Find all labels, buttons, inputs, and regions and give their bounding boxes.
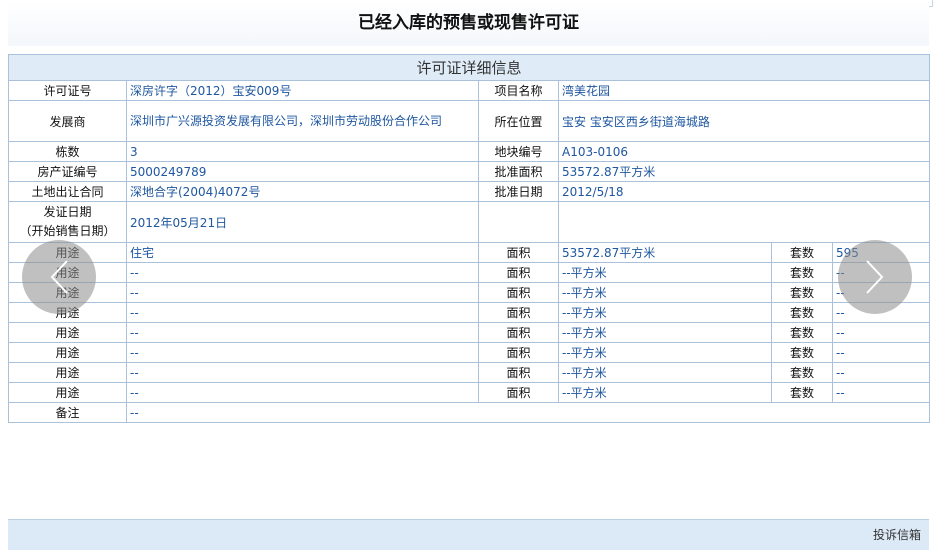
usage-row: 用途 -- 面积 --平方米 套数 -- (8, 362, 931, 383)
value-usage: -- (126, 282, 479, 303)
footer-bar: 投诉信箱 (8, 519, 929, 550)
empty-cell (557, 201, 931, 243)
usage-row: 用途 -- 面积 --平方米 套数 -- (8, 302, 931, 323)
chevron-left-icon (50, 260, 68, 294)
label-issue-date-line1: 发证日期 (43, 205, 92, 219)
value-units: -- (831, 322, 931, 343)
label-area: 面积 (478, 322, 559, 343)
value-usage: -- (126, 342, 479, 363)
label-usage: 用途 (8, 382, 127, 403)
label-plot-no: 地块编号 (478, 141, 559, 162)
value-area: --平方米 (558, 302, 772, 323)
complaint-mailbox-link[interactable]: 投诉信箱 (873, 526, 921, 543)
table-row: 许可证号 深房许字（2012）宝安009号 项目名称 湾美花园 (8, 80, 931, 101)
value-units: -- (831, 342, 931, 363)
page-title: 已经入库的预售或现售许可证 (8, 0, 929, 46)
label-units: 套数 (771, 342, 833, 363)
value-remark: -- (125, 402, 931, 423)
value-area: --平方米 (558, 322, 772, 343)
label-project-name: 项目名称 (478, 80, 559, 101)
label-area: 面积 (478, 362, 559, 383)
value-usage: -- (126, 362, 479, 383)
value-usage: -- (126, 302, 479, 323)
label-units: 套数 (771, 362, 833, 383)
label-issue-date-line2: （开始销售日期） (19, 224, 116, 238)
value-area: --平方米 (558, 362, 772, 383)
usage-row: 用途 -- 面积 --平方米 套数 -- (8, 342, 931, 363)
label-developer: 发展商 (8, 100, 127, 142)
value-area: --平方米 (558, 342, 772, 363)
usage-row: 用途 -- 面积 --平方米 套数 -- (8, 382, 931, 403)
label-land-contract: 土地出让合同 (8, 181, 127, 202)
value-usage: 住宅 (126, 242, 479, 263)
chevron-right-icon (866, 260, 884, 294)
value-location: 宝安 宝安区西乡街道海城路 (557, 100, 931, 142)
label-area: 面积 (478, 302, 559, 323)
usage-row: 用途 -- 面积 --平方米 套数 -- (8, 262, 931, 283)
value-area: --平方米 (558, 382, 772, 403)
usage-row: 用途 -- 面积 --平方米 套数 -- (8, 282, 931, 303)
table-row: 发展商 深圳市广兴源投资发展有限公司，深圳市劳动股份合作公司 所在位置 宝安 宝… (8, 100, 931, 142)
label-usage: 用途 (8, 322, 127, 343)
label-units: 套数 (771, 302, 833, 323)
label-usage: 用途 (8, 362, 127, 383)
value-approved-area: 53572.87平方米 (557, 161, 931, 182)
label-units: 套数 (771, 282, 833, 303)
label-permit-no: 许可证号 (8, 80, 127, 101)
value-usage: -- (126, 322, 479, 343)
value-developer: 深圳市广兴源投资发展有限公司，深圳市劳动股份合作公司 (126, 100, 479, 142)
value-cert-no: 5000249789 (126, 161, 479, 182)
label-approved-area: 批准面积 (478, 161, 559, 182)
table-row: 栋数 3 地块编号 A103-0106 (8, 141, 931, 162)
value-area: --平方米 (558, 262, 772, 283)
table-row: 发证日期 （开始销售日期） 2012年05月21日 (8, 201, 931, 243)
carousel-prev-button[interactable] (22, 240, 96, 314)
label-location: 所在位置 (478, 100, 559, 142)
label-buildings: 栋数 (8, 141, 127, 162)
table-header: 许可证详细信息 (7, 54, 931, 81)
value-issue-date: 2012年05月21日 (126, 201, 479, 243)
label-approval-date: 批准日期 (478, 181, 559, 202)
label-units: 套数 (771, 322, 833, 343)
value-project-name: 湾美花园 (557, 80, 931, 101)
usage-row: 用途 住宅 面积 53572.87平方米 套数 595 (8, 242, 931, 263)
value-land-contract: 深地合字(2004)4072号 (126, 181, 479, 202)
label-units: 套数 (771, 242, 833, 263)
value-usage: -- (126, 382, 479, 403)
value-units: -- (831, 362, 931, 383)
label-area: 面积 (478, 342, 559, 363)
table-header-row: 许可证详细信息 (7, 54, 931, 81)
table-row: 备注 -- (8, 402, 931, 423)
label-area: 面积 (478, 382, 559, 403)
value-permit-no: 深房许字（2012）宝安009号 (126, 80, 479, 101)
label-units: 套数 (771, 262, 833, 283)
label-area: 面积 (478, 262, 559, 283)
carousel-next-button[interactable] (838, 240, 912, 314)
label-usage: 用途 (8, 342, 127, 363)
permit-detail-table: 许可证详细信息 许可证号 深房许字（2012）宝安009号 项目名称 湾美花园 … (7, 54, 931, 423)
empty-cell (478, 201, 559, 243)
value-area: --平方米 (558, 282, 772, 303)
value-area: 53572.87平方米 (558, 242, 772, 263)
value-buildings: 3 (126, 141, 479, 162)
value-approval-date: 2012/5/18 (557, 181, 931, 202)
label-area: 面积 (478, 242, 559, 263)
label-remark: 备注 (8, 402, 127, 423)
label-area: 面积 (478, 282, 559, 303)
usage-row: 用途 -- 面积 --平方米 套数 -- (8, 322, 931, 343)
label-issue-date: 发证日期 （开始销售日期） (8, 201, 127, 243)
label-units: 套数 (771, 382, 833, 403)
value-usage: -- (126, 262, 479, 283)
table-row: 土地出让合同 深地合字(2004)4072号 批准日期 2012/5/18 (8, 181, 931, 202)
value-units: -- (831, 382, 931, 403)
value-plot-no: A103-0106 (557, 141, 931, 162)
table-row: 房产证编号 5000249789 批准面积 53572.87平方米 (8, 161, 931, 182)
label-cert-no: 房产证编号 (8, 161, 127, 182)
